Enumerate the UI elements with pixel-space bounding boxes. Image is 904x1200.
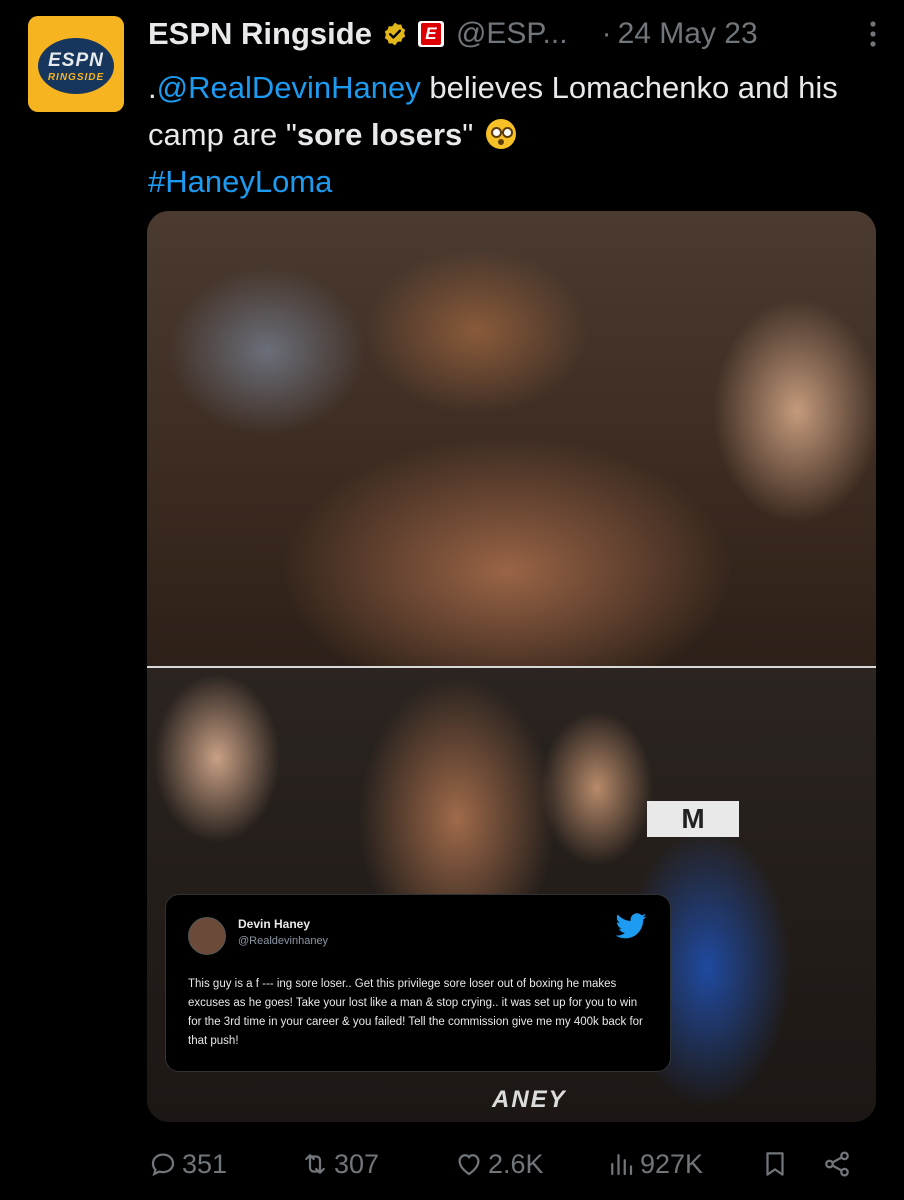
verified-badge-icon[interactable]	[382, 21, 408, 47]
more-options-icon[interactable]	[858, 16, 888, 52]
repost-count: 307	[334, 1148, 380, 1179]
ring-sign: M	[647, 801, 739, 837]
reply-button[interactable]: 351	[148, 1142, 227, 1186]
like-button[interactable]: 2.6K	[454, 1142, 544, 1186]
twitter-bird-icon	[615, 913, 647, 939]
avatar-logo-subtext: RINGSIDE	[47, 72, 105, 83]
affiliate-badge-icon[interactable]: E	[417, 21, 444, 47]
reply-icon	[151, 1153, 175, 1177]
hashtag-link[interactable]: #HaneyLoma	[148, 164, 332, 199]
account-avatar[interactable]: ESPN RINGSIDE	[28, 16, 124, 112]
affiliate-badge-letter: E	[420, 23, 441, 45]
embedded-avatar	[188, 917, 226, 955]
embedded-tweet-card: Devin Haney @Realdevinhaney This guy is …	[165, 894, 671, 1072]
flushed-face-icon	[485, 119, 516, 149]
reply-count: 351	[182, 1148, 228, 1179]
share-button[interactable]	[822, 1142, 856, 1186]
tweet-date[interactable]: 24 May 23	[618, 17, 758, 51]
tweet-text-part2: "	[462, 117, 482, 152]
repost-icon	[305, 1154, 325, 1174]
mention-link[interactable]: @RealDevinHaney	[157, 70, 421, 105]
account-handle[interactable]: @ESP...	[456, 17, 568, 51]
views-button[interactable]: 927K	[606, 1142, 703, 1186]
share-icon	[825, 1151, 849, 1177]
separator-dot: ·	[601, 17, 612, 50]
views-count: 927K	[640, 1148, 704, 1179]
embedded-body: This guy is a f --- ing sore loser.. Get…	[188, 978, 643, 1047]
avatar-logo-text: ESPN	[48, 50, 104, 71]
repost-button[interactable]: 307	[300, 1142, 379, 1186]
embedded-handle: @Realdevinhaney	[238, 935, 329, 947]
tweet-bold-text: sore losers	[296, 117, 463, 152]
bookmark-button[interactable]	[760, 1142, 794, 1186]
account-name[interactable]: ESPN Ringside	[148, 16, 372, 52]
bookmark-icon	[766, 1152, 784, 1176]
views-chart-icon	[611, 1154, 633, 1176]
action-bar: 351 307 2.6K 927K	[148, 1142, 864, 1186]
jersey-text: ANEY	[492, 1086, 567, 1113]
tweet-text: .@RealDevinHaney believes Lomachenko and…	[148, 64, 868, 205]
like-count: 2.6K	[488, 1148, 544, 1179]
heart-icon	[458, 1154, 480, 1176]
tweet-header: ESPN Ringside E @ESP... · 24 May 23	[148, 14, 888, 54]
photo-haney-celebrating	[147, 211, 876, 666]
tweet-prefix: .	[148, 70, 157, 105]
embedded-name: Devin Haney	[238, 917, 311, 931]
tweet-media-image[interactable]: M ANEY Devin Haney @Realdevinhaney This …	[147, 211, 876, 1122]
